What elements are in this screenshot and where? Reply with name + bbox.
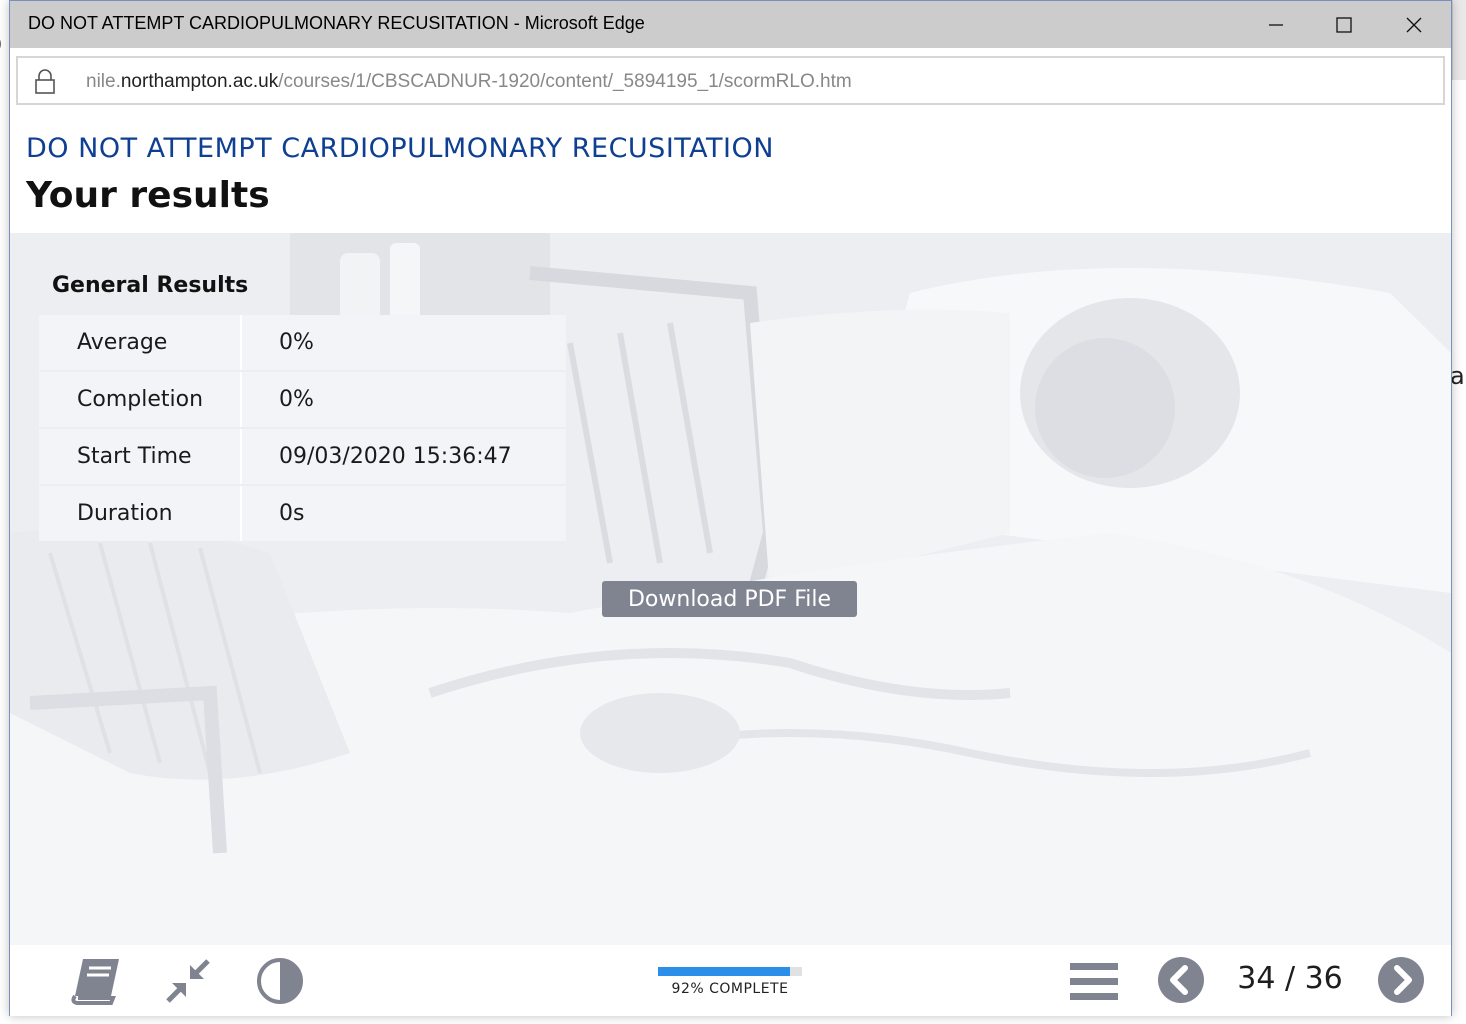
- browser-popup-window: DO NOT ATTEMPT CARDIOPULMONARY RECUSITAT…: [9, 0, 1452, 1016]
- desktop-scrollbar[interactable]: [1452, 0, 1466, 80]
- progress-label: 92% COMPLETE: [671, 981, 789, 997]
- results-table: Average 0% Completion 0% Start Time 09/0…: [39, 313, 566, 543]
- address-bar[interactable]: nile.northampton.ac.uk/courses/1/CBSCADN…: [16, 56, 1445, 105]
- table-row: Completion 0%: [39, 372, 566, 427]
- results-stage: General Results Average 0% Completion 0%…: [10, 233, 1451, 945]
- window-titlebar[interactable]: DO NOT ATTEMPT CARDIOPULMONARY RECUSITAT…: [10, 1, 1451, 48]
- hamburger-menu-icon: [1070, 963, 1118, 1000]
- row-label-completion: Completion: [39, 372, 242, 427]
- row-value-average: 0%: [242, 315, 566, 370]
- close-icon: [1406, 17, 1422, 32]
- url-prefix: nile.: [86, 71, 121, 92]
- contrast-toggle-button[interactable]: [254, 955, 306, 1007]
- row-value-completion: 0%: [242, 372, 566, 427]
- next-page-button[interactable]: [1376, 955, 1426, 1005]
- maximize-icon: [1336, 16, 1352, 33]
- progress-track: [658, 967, 802, 976]
- desktop-edge-text-right: al: [1450, 362, 1466, 390]
- close-button[interactable]: [1380, 1, 1448, 48]
- row-value-start-time: 09/03/2020 15:36:47: [242, 429, 566, 484]
- chevron-right-icon: [1378, 957, 1424, 1003]
- general-results-heading: General Results: [52, 273, 249, 298]
- row-label-average: Average: [39, 315, 242, 370]
- chevron-left-icon: [1158, 957, 1204, 1003]
- url-text[interactable]: nile.northampton.ac.uk/courses/1/CBSCADN…: [86, 71, 852, 93]
- page-content: DO NOT ATTEMPT CARDIOPULMONARY RECUSITAT…: [10, 113, 1451, 1016]
- progress-fill: [658, 967, 791, 976]
- player-footer: 92% COMPLETE 34 / 36: [10, 945, 1451, 1016]
- course-progress: 92% COMPLETE: [658, 967, 802, 1007]
- url-path: /courses/1/CBSCADNUR-1920/content/_58941…: [278, 71, 852, 92]
- maximize-button[interactable]: [1310, 1, 1378, 48]
- table-row: Start Time 09/03/2020 15:36:47: [39, 429, 566, 484]
- table-row: Duration 0s: [39, 486, 566, 541]
- row-value-duration: 0s: [242, 486, 566, 541]
- contrast-icon: [257, 958, 303, 1004]
- page-title: Your results: [26, 175, 270, 216]
- course-title: DO NOT ATTEMPT CARDIOPULMONARY RECUSITAT…: [26, 133, 774, 164]
- url-host: northampton.ac.uk: [120, 71, 279, 92]
- row-label-start-time: Start Time: [39, 429, 242, 484]
- minimize-icon: [1269, 23, 1283, 26]
- row-label-duration: Duration: [39, 486, 242, 541]
- previous-page-button[interactable]: [1156, 955, 1206, 1005]
- page-header: DO NOT ATTEMPT CARDIOPULMONARY RECUSITAT…: [10, 113, 1451, 233]
- menu-button[interactable]: [1066, 959, 1122, 1003]
- resources-button[interactable]: [68, 954, 124, 1008]
- minimize-button[interactable]: [1242, 1, 1310, 48]
- window-title: DO NOT ATTEMPT CARDIOPULMONARY RECUSITAT…: [28, 13, 645, 33]
- book-icon: [71, 959, 119, 1005]
- shrink-arrows-icon: [166, 959, 210, 1003]
- table-row: Average 0%: [39, 315, 566, 370]
- page-counter: 34 / 36: [1237, 961, 1343, 996]
- desktop-edge-text-left: ): [0, 32, 3, 57]
- download-pdf-button[interactable]: Download PDF File: [602, 581, 857, 617]
- lock-icon[interactable]: [34, 69, 56, 99]
- results-table-body: Average 0% Completion 0% Start Time 09/0…: [39, 315, 566, 541]
- exit-fullscreen-button[interactable]: [162, 955, 214, 1007]
